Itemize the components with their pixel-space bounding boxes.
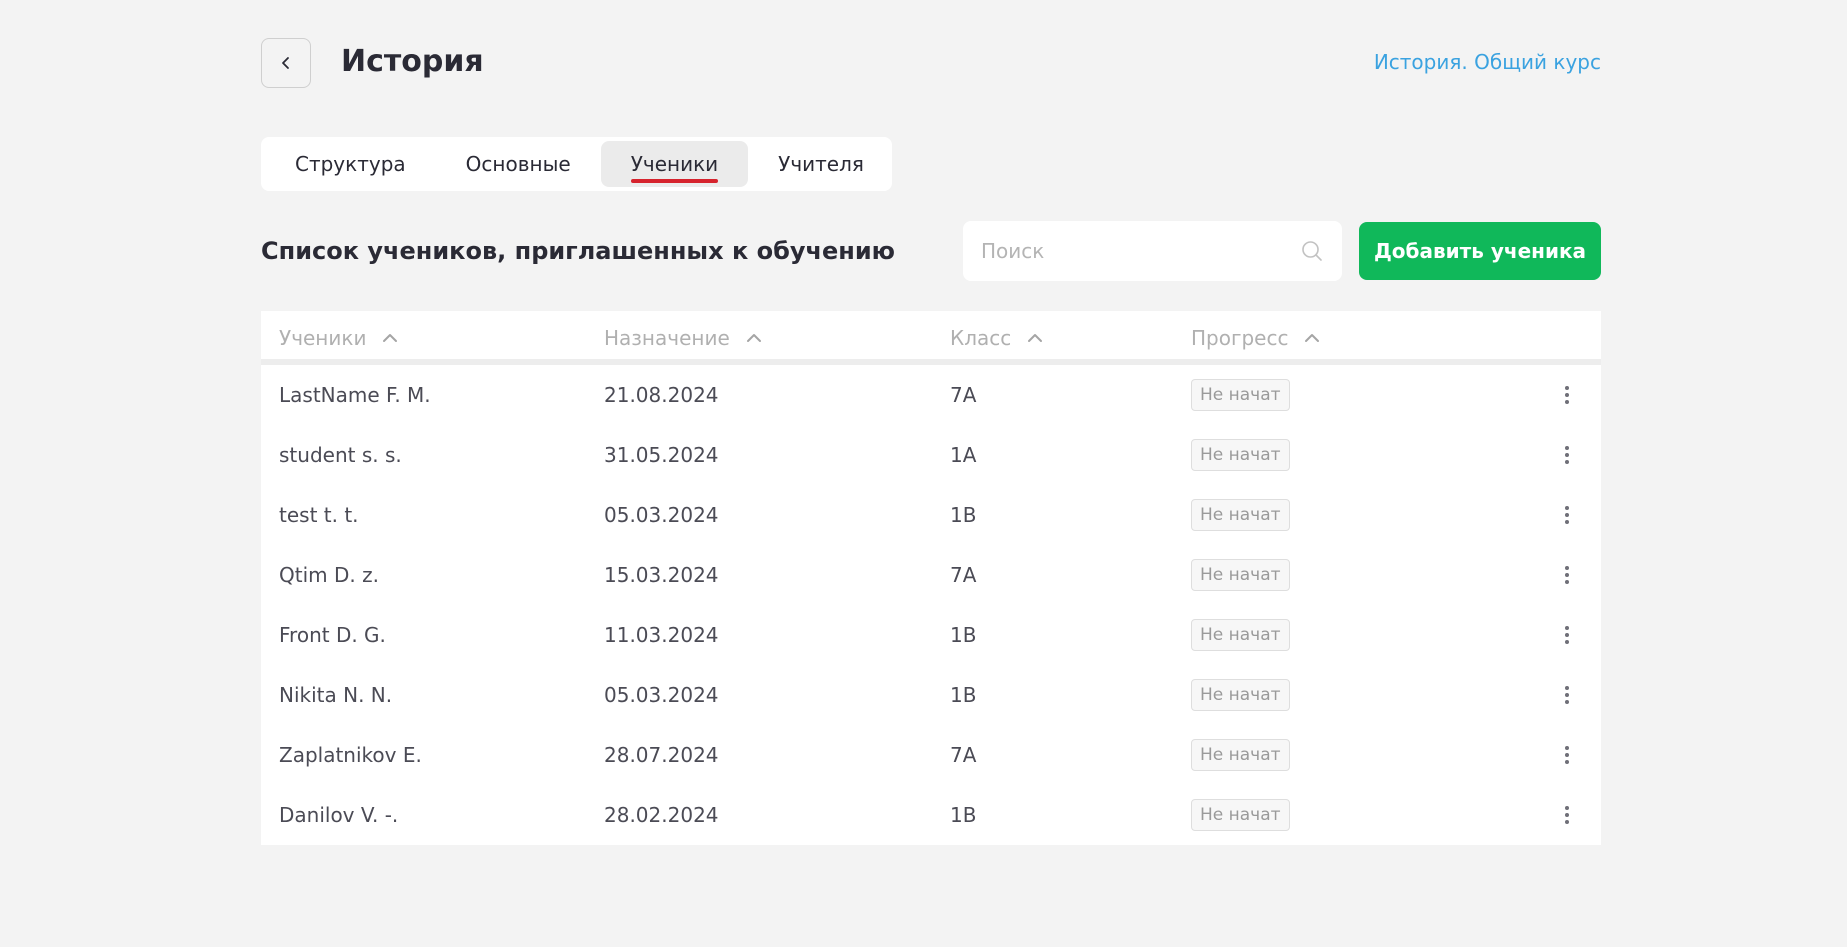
student-name: Qtim D. z.	[279, 563, 379, 587]
section-title: Список учеников, приглашенных к обучению	[261, 237, 895, 265]
status-badge: Не начат	[1191, 559, 1290, 591]
column-header-progress[interactable]: Прогресс	[1191, 311, 1320, 365]
class-value: 7A	[950, 383, 977, 407]
progress-cell: Не начат	[1191, 725, 1290, 785]
more-vertical-icon[interactable]	[1561, 623, 1573, 647]
class-value: 7A	[950, 563, 977, 587]
tab-bar: Структура Основные Ученики Учителя	[261, 137, 892, 191]
student-name: student s. s.	[279, 443, 402, 467]
tab-general[interactable]: Основные	[436, 141, 601, 187]
more-vertical-icon[interactable]	[1561, 683, 1573, 707]
table-row[interactable]: Front D. G. 11.03.2024 1B Не начат	[261, 605, 1601, 665]
back-button[interactable]	[261, 38, 311, 88]
table-row[interactable]: Qtim D. z. 15.03.2024 7A Не начат	[261, 545, 1601, 605]
class-value: 1A	[950, 443, 977, 467]
progress-cell: Не начат	[1191, 365, 1290, 425]
student-name: Zaplatnikov E.	[279, 743, 422, 767]
assignment-date: 21.08.2024	[604, 383, 719, 407]
page-title: История	[341, 44, 484, 79]
students-table: Ученики Назначение Класс Прогресс LastNa…	[261, 311, 1601, 845]
add-student-button[interactable]: Добавить ученика	[1359, 222, 1601, 280]
more-vertical-icon[interactable]	[1561, 743, 1573, 767]
assignment-date: 05.03.2024	[604, 503, 719, 527]
class-value: 1B	[950, 803, 977, 827]
more-vertical-icon[interactable]	[1561, 383, 1573, 407]
student-name: Nikita N. N.	[279, 683, 393, 707]
table-body: LastName F. M. 21.08.2024 7A Не начат st…	[261, 365, 1601, 845]
progress-cell: Не начат	[1191, 605, 1290, 665]
assignment-date: 28.02.2024	[604, 803, 719, 827]
column-header-label: Ученики	[279, 326, 367, 350]
assignment-date: 31.05.2024	[604, 443, 719, 467]
status-badge: Не начат	[1191, 499, 1290, 531]
column-header-assignment[interactable]: Назначение	[604, 311, 762, 365]
table-row[interactable]: LastName F. M. 21.08.2024 7A Не начат	[261, 365, 1601, 425]
student-name: Front D. G.	[279, 623, 386, 647]
tab-structure[interactable]: Структура	[265, 141, 436, 187]
student-name: test t. t.	[279, 503, 359, 527]
table-row[interactable]: test t. t. 05.03.2024 1B Не начат	[261, 485, 1601, 545]
progress-cell: Не начат	[1191, 485, 1290, 545]
table-row[interactable]: Danilov V. -. 28.02.2024 1B Не начат	[261, 785, 1601, 845]
class-value: 7A	[950, 743, 977, 767]
chevron-left-icon	[279, 56, 293, 70]
status-badge: Не начат	[1191, 739, 1290, 771]
column-header-label: Класс	[950, 326, 1012, 350]
search-icon[interactable]	[1300, 239, 1324, 263]
tab-students[interactable]: Ученики	[600, 141, 749, 187]
class-value: 1B	[950, 683, 977, 707]
table-row[interactable]: Zaplatnikov E. 28.07.2024 7A Не начат	[261, 725, 1601, 785]
more-vertical-icon[interactable]	[1561, 503, 1573, 527]
column-header-label: Прогресс	[1191, 326, 1289, 350]
page: История История. Общий курс Структура Ос…	[0, 0, 1847, 947]
progress-cell: Не начат	[1191, 785, 1290, 845]
chevron-up-icon	[746, 333, 762, 343]
status-badge: Не начат	[1191, 439, 1290, 471]
chevron-up-icon	[1304, 333, 1320, 343]
more-vertical-icon[interactable]	[1561, 803, 1573, 827]
column-header-class[interactable]: Класс	[950, 311, 1043, 365]
search-input[interactable]	[981, 239, 1300, 263]
assignment-date: 11.03.2024	[604, 623, 719, 647]
progress-cell: Не начат	[1191, 425, 1290, 485]
progress-cell: Не начат	[1191, 665, 1290, 725]
student-name: Danilov V. -.	[279, 803, 399, 827]
student-name: LastName F. M.	[279, 383, 431, 407]
assignment-date: 28.07.2024	[604, 743, 719, 767]
table-row[interactable]: student s. s. 31.05.2024 1A Не начат	[261, 425, 1601, 485]
assignment-date: 15.03.2024	[604, 563, 719, 587]
status-badge: Не начат	[1191, 619, 1290, 651]
chevron-up-icon	[382, 333, 398, 343]
class-value: 1B	[950, 623, 977, 647]
more-vertical-icon[interactable]	[1561, 563, 1573, 587]
status-badge: Не начат	[1191, 379, 1290, 411]
class-value: 1B	[950, 503, 977, 527]
search-box	[963, 221, 1342, 281]
chevron-up-icon	[1027, 333, 1043, 343]
status-badge: Не начат	[1191, 679, 1290, 711]
column-header-students[interactable]: Ученики	[279, 311, 398, 365]
table-row[interactable]: Nikita N. N. 05.03.2024 1B Не начат	[261, 665, 1601, 725]
column-header-label: Назначение	[604, 326, 730, 350]
progress-cell: Не начат	[1191, 545, 1290, 605]
tab-teachers[interactable]: Учителя	[748, 141, 894, 187]
assignment-date: 05.03.2024	[604, 683, 719, 707]
more-vertical-icon[interactable]	[1561, 443, 1573, 467]
status-badge: Не начат	[1191, 799, 1290, 831]
table-header: Ученики Назначение Класс Прогресс	[261, 311, 1601, 365]
course-link[interactable]: История. Общий курс	[1374, 49, 1601, 75]
